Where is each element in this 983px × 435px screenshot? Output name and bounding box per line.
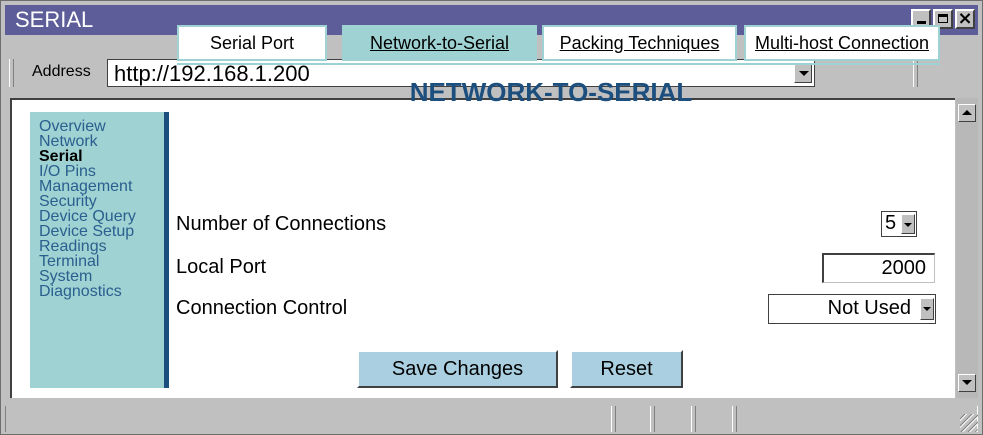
status-zone-panel (736, 406, 978, 432)
connection-control-dropdown-button[interactable] (920, 298, 934, 320)
arrow-up-icon (962, 110, 972, 115)
sidebar-item-diagnostics[interactable]: Diagnostics (30, 284, 164, 300)
connection-control-label: Connection Control (176, 297, 348, 319)
tab-bar: Serial Port Network-to-Serial Packing Te… (177, 25, 940, 65)
status-panel (654, 406, 692, 432)
tab-serial-port[interactable]: Serial Port (177, 25, 327, 61)
sidebar-item-terminal[interactable]: Terminal (30, 254, 164, 270)
maximize-icon (938, 14, 948, 23)
status-panel (615, 406, 651, 432)
toolbar-grip[interactable] (9, 59, 14, 87)
chevron-down-icon (923, 307, 931, 311)
tab-packing-techniques[interactable]: Packing Techniques (542, 25, 737, 61)
local-port-input[interactable] (822, 253, 935, 283)
connections-dropdown-button[interactable] (901, 214, 915, 234)
connections-value: 5 (885, 212, 897, 234)
address-label: Address (32, 63, 91, 80)
tab-underline-rule (177, 63, 940, 65)
connections-label: Number of Connections (176, 213, 387, 235)
sidebar-item-management[interactable]: Management (30, 179, 164, 195)
window-title: SERIAL (15, 7, 94, 32)
status-panel (695, 406, 733, 432)
connection-control-value: Not Used (827, 297, 911, 319)
vertical-scrollbar[interactable] (956, 98, 978, 398)
status-bar (5, 404, 978, 432)
close-button[interactable]: × (955, 8, 975, 29)
chevron-down-icon (904, 223, 912, 227)
sidebar-item-readings[interactable]: Readings (30, 239, 164, 255)
local-port-label: Local Port (176, 256, 267, 278)
reset-button[interactable]: Reset (570, 350, 683, 388)
connection-control-select[interactable]: Not Used (768, 294, 936, 324)
sidebar-item-serial[interactable]: Serial (30, 149, 164, 165)
sidebar-item-io-pins[interactable]: I/O Pins (30, 164, 164, 180)
page-title: NETWORK-TO-SERIAL (409, 77, 693, 107)
save-changes-button[interactable]: Save Changes (357, 350, 558, 388)
scroll-up-button[interactable] (958, 104, 976, 122)
resize-grip[interactable] (960, 414, 978, 432)
sidebar-item-security[interactable]: Security (30, 194, 164, 210)
browser-window: SERIAL × Address http://192.168.1.200 Ov… (0, 0, 983, 435)
sidebar-nav: Overview Network Serial I/O Pins Managem… (30, 112, 169, 388)
tab-network-to-serial[interactable]: Network-to-Serial (342, 25, 537, 61)
sidebar-item-system[interactable]: System (30, 269, 164, 285)
scroll-down-button[interactable] (958, 374, 976, 392)
sidebar-item-network[interactable]: Network (30, 134, 164, 150)
sidebar-item-device-setup[interactable]: Device Setup (30, 224, 164, 240)
chevron-down-icon (799, 71, 809, 76)
status-text-panel (5, 406, 612, 432)
sidebar-item-overview[interactable]: Overview (30, 119, 164, 135)
close-icon: × (957, 8, 973, 29)
sidebar-item-device-query[interactable]: Device Query (30, 209, 164, 225)
connections-select[interactable]: 5 (881, 211, 917, 237)
minimize-icon (917, 21, 926, 24)
arrow-down-icon (962, 380, 972, 385)
tab-multi-host-connection[interactable]: Multi-host Connection (744, 25, 940, 61)
